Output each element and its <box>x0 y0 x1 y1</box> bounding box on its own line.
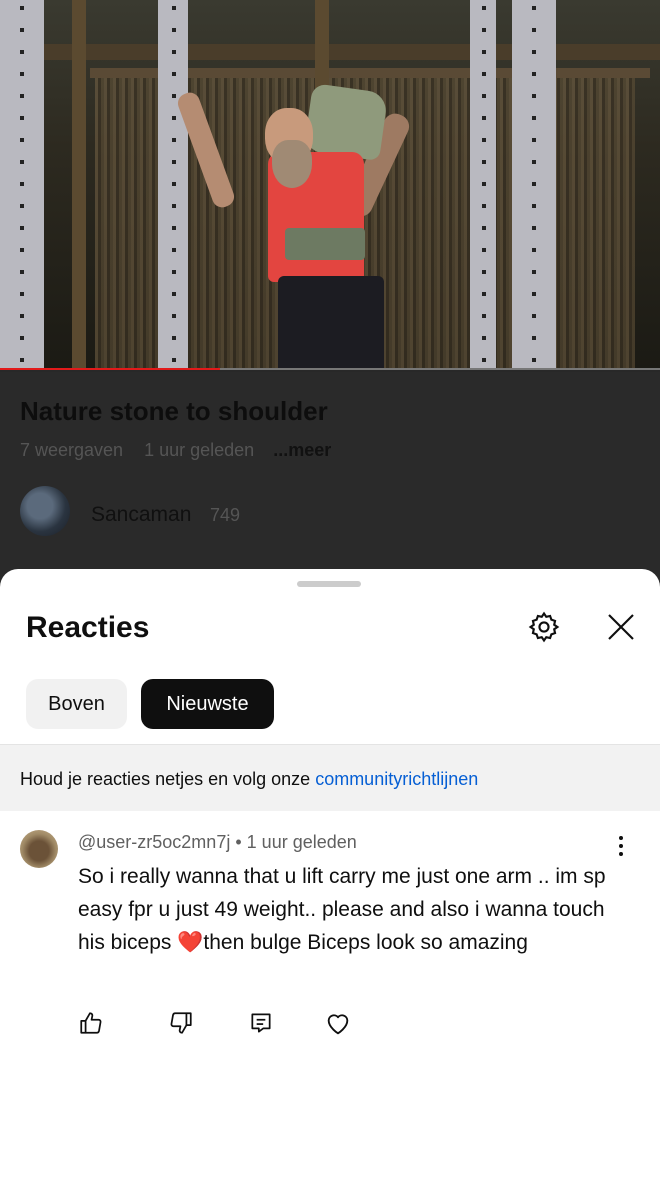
comment-text: So i really wanna that u lift carry me j… <box>78 865 606 954</box>
comment-meta: @user-zr5oc2mn7j • 1 uur geleden <box>78 832 357 853</box>
comment-author[interactable]: @user-zr5oc2mn7j <box>78 832 230 852</box>
drag-handle[interactable] <box>297 581 361 587</box>
lifting-belt <box>285 228 365 260</box>
comments-title: Reacties <box>26 611 150 644</box>
athlete <box>175 80 420 370</box>
sort-chip-newest[interactable]: Nieuwste <box>141 679 274 729</box>
wood-post <box>72 0 86 370</box>
gear-icon <box>528 611 560 643</box>
commenter-avatar[interactable] <box>20 830 58 868</box>
sort-chip-top[interactable]: Boven <box>26 679 127 729</box>
video-meta[interactable]: 7 weergaven 1 uur geleden ...meer <box>20 440 331 461</box>
video-progress-fill <box>0 368 220 370</box>
rack-post <box>512 0 556 370</box>
heart-emoji: ❤️ <box>177 931 204 954</box>
reply-button[interactable] <box>248 1010 276 1038</box>
video-info: Nature stone to shoulder 7 weergaven 1 u… <box>0 372 660 582</box>
close-icon <box>608 614 634 640</box>
thumbs-up-icon <box>80 1012 102 1034</box>
heart-button[interactable] <box>324 1010 352 1038</box>
dislike-button[interactable] <box>168 1010 196 1038</box>
channel-name[interactable]: Sancaman <box>91 503 191 527</box>
video-player[interactable] <box>0 0 660 370</box>
guidelines-text: Houd je reacties netjes en volg onze com… <box>20 769 479 789</box>
thumbs-down-icon <box>170 1012 192 1034</box>
close-button[interactable] <box>599 605 643 649</box>
atlas-stone <box>303 83 389 161</box>
like-button[interactable] <box>78 1010 106 1038</box>
comments-sheet: Reacties Boven Nieuwste Houd je reacties… <box>0 569 660 1200</box>
rack-post <box>470 0 496 370</box>
guidelines-banner: Houd je reacties netjes en volg onze com… <box>0 744 660 811</box>
video-title[interactable]: Nature stone to shoulder <box>20 396 328 427</box>
more-link[interactable]: ...meer <box>273 440 331 460</box>
comment-item: @user-zr5oc2mn7j • 1 uur geleden So i re… <box>0 810 660 1050</box>
rack-post <box>158 0 188 370</box>
view-count: 7 weergaven <box>20 440 124 460</box>
comment-age: 1 uur geleden <box>246 832 357 852</box>
subscriber-count: 749 <box>210 505 241 525</box>
settings-button[interactable] <box>522 605 566 649</box>
more-vert-icon <box>619 836 623 840</box>
heart-icon <box>327 1014 349 1035</box>
rack-post <box>0 0 44 370</box>
reply-icon <box>251 1013 271 1033</box>
channel-avatar[interactable] <box>20 486 70 536</box>
community-guidelines-link[interactable]: communityrichtlijnen <box>315 769 478 789</box>
wooden-beam <box>0 44 660 60</box>
video-progress-bar[interactable] <box>0 368 660 370</box>
upload-age: 1 uur geleden <box>144 440 255 460</box>
meta-separator: • <box>235 832 242 852</box>
